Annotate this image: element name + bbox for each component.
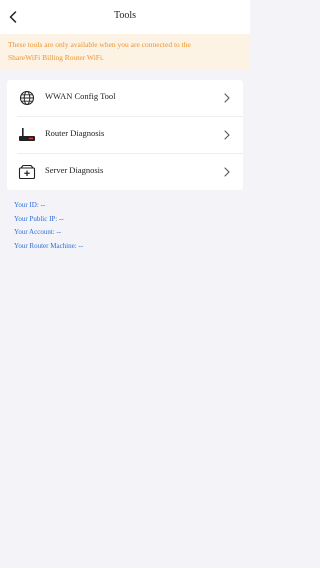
notice-line-1: These tools are only available when you … bbox=[8, 40, 191, 49]
connection-info: Your ID: -- Your Public IP: -- Your Acco… bbox=[14, 199, 83, 253]
router-icon bbox=[17, 125, 37, 145]
page-title: Tools bbox=[113, 10, 137, 21]
router-machine-text: Your Router Machine: -- bbox=[14, 241, 84, 250]
router-diagnosis-item[interactable]: Router Diagnosis bbox=[7, 117, 243, 153]
top-bar: Tools bbox=[0, 0, 250, 34]
public-ip-text: Your Public IP: -- bbox=[14, 214, 64, 223]
server-medical-icon bbox=[17, 162, 37, 182]
router-diagnosis-label: Router Diagnosis bbox=[45, 128, 105, 138]
chevron-right-icon bbox=[223, 92, 231, 104]
server-diagnosis-label: Server Diagnosis bbox=[45, 165, 104, 175]
account-text: Your Account: -- bbox=[14, 228, 62, 236]
chevron-right-icon bbox=[223, 129, 231, 141]
availability-notice: These tools are only available when you … bbox=[0, 34, 250, 70]
wwan-config-tool-item[interactable]: WWAN Config Tool bbox=[7, 80, 243, 116]
tools-menu: WWAN Config Tool Router Diagnosis Server… bbox=[7, 80, 243, 190]
globe-icon bbox=[17, 88, 37, 108]
wwan-config-tool-label: WWAN Config Tool bbox=[45, 91, 116, 101]
notice-line-2: ShareWiFi Billing Router WiFi. bbox=[8, 52, 104, 62]
server-diagnosis-item[interactable]: Server Diagnosis bbox=[7, 154, 243, 190]
your-id-text: Your ID: -- bbox=[14, 201, 46, 209]
chevron-right-icon bbox=[223, 166, 231, 178]
